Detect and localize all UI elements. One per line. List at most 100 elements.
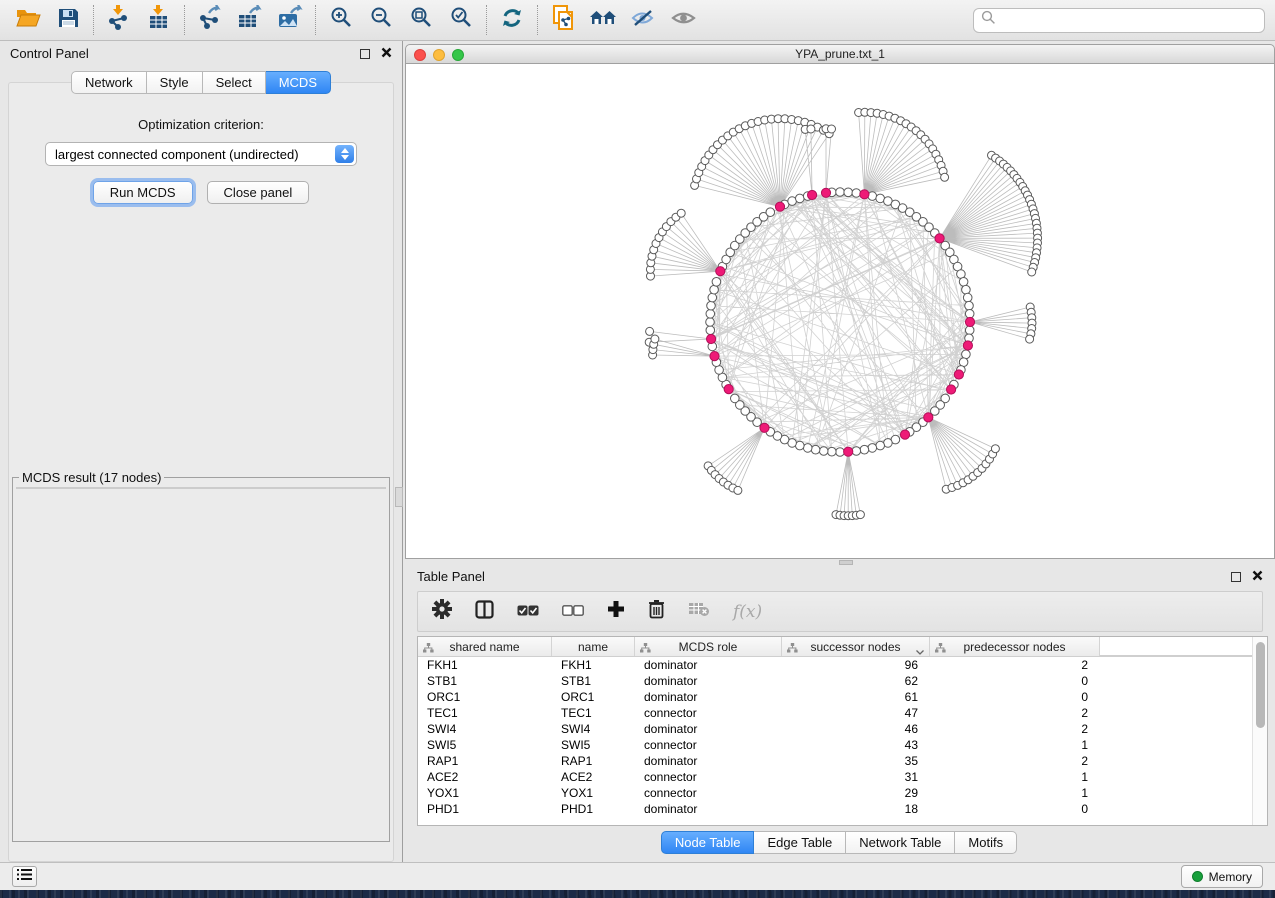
column-layout-button[interactable] xyxy=(475,600,494,624)
tab-network-table[interactable]: Network Table xyxy=(846,831,955,854)
network-node[interactable] xyxy=(844,188,853,197)
network-node[interactable] xyxy=(706,326,715,335)
delete-column-button[interactable] xyxy=(648,599,665,624)
table-row[interactable]: TEC1TEC1connector472 xyxy=(418,705,1252,721)
memory-button[interactable]: Memory xyxy=(1181,865,1263,888)
float-panel-icon[interactable] xyxy=(360,49,370,59)
search-field[interactable] xyxy=(973,8,1265,33)
mcds-hub-node[interactable] xyxy=(760,423,769,432)
tab-style[interactable]: Style xyxy=(147,71,203,94)
open-file-button[interactable] xyxy=(8,4,48,36)
table-row[interactable]: FKH1FKH1dominator962 xyxy=(418,657,1252,673)
save-session-button[interactable] xyxy=(48,4,88,36)
apply-function-button[interactable]: f(x) xyxy=(733,602,762,622)
table-splitter[interactable] xyxy=(403,559,1275,565)
tab-select[interactable]: Select xyxy=(203,71,266,94)
table-row[interactable]: SWI5SWI5connector431 xyxy=(418,737,1252,753)
criterion-select[interactable]: largest connected component (undirected) xyxy=(45,142,357,166)
network-node[interactable] xyxy=(852,189,861,198)
table-settings-button[interactable] xyxy=(432,599,452,624)
mcds-hub-node[interactable] xyxy=(935,234,944,243)
column-header-mcds-role[interactable]: MCDS role xyxy=(635,637,782,656)
splitter-grip-icon[interactable] xyxy=(839,560,853,565)
network-node[interactable] xyxy=(965,326,974,335)
zoom-out-button[interactable] xyxy=(361,4,401,36)
mcds-hub-node[interactable] xyxy=(860,190,869,199)
table-scrollbar-thumb[interactable] xyxy=(1256,642,1265,728)
table-row[interactable]: YOX1YOX1connector291 xyxy=(418,785,1252,801)
task-history-button[interactable] xyxy=(12,866,37,887)
network-node[interactable] xyxy=(677,209,685,217)
panel-splitter-grip[interactable] xyxy=(395,487,403,507)
column-header-name[interactable]: name xyxy=(552,637,635,656)
column-header-predecessor-nodes[interactable]: predecessor nodes xyxy=(930,637,1100,656)
hide-selected-button[interactable] xyxy=(623,4,663,36)
network-node[interactable] xyxy=(962,285,971,294)
mcds-hub-node[interactable] xyxy=(900,430,909,439)
network-node[interactable] xyxy=(707,301,716,310)
table-row[interactable]: SWI4SWI4dominator462 xyxy=(418,721,1252,737)
table-row[interactable]: ACE2ACE2connector311 xyxy=(418,769,1252,785)
network-node[interactable] xyxy=(959,278,968,287)
tab-network[interactable]: Network xyxy=(71,71,147,94)
network-node[interactable] xyxy=(828,447,837,456)
zoom-in-button[interactable] xyxy=(321,4,361,36)
mcds-hub-node[interactable] xyxy=(947,385,956,394)
network-node[interactable] xyxy=(646,327,654,335)
hide-all-columns-button[interactable] xyxy=(562,603,584,621)
tab-motifs[interactable]: Motifs xyxy=(955,831,1017,854)
duplicate-network-button[interactable] xyxy=(543,4,583,36)
mcds-hub-node[interactable] xyxy=(924,413,933,422)
table-scrollbar[interactable] xyxy=(1252,637,1267,825)
network-node[interactable] xyxy=(876,441,885,450)
mcds-hub-node[interactable] xyxy=(954,370,963,379)
float-table-panel-icon[interactable] xyxy=(1231,572,1241,582)
tab-mcds[interactable]: MCDS xyxy=(266,71,331,94)
zoom-fit-button[interactable] xyxy=(401,4,441,36)
show-all-button[interactable] xyxy=(663,4,703,36)
network-node[interactable] xyxy=(965,310,974,319)
mcds-hub-node[interactable] xyxy=(775,202,784,211)
network-node[interactable] xyxy=(706,318,715,327)
network-node[interactable] xyxy=(710,285,719,294)
mcds-hub-node[interactable] xyxy=(724,385,733,394)
network-node[interactable] xyxy=(860,445,869,454)
network-node[interactable] xyxy=(651,335,659,343)
network-node[interactable] xyxy=(828,125,836,133)
window-maximize-icon[interactable] xyxy=(452,49,464,61)
network-node[interactable] xyxy=(941,173,949,181)
network-node[interactable] xyxy=(965,301,974,310)
network-node[interactable] xyxy=(811,445,820,454)
tab-edge-table[interactable]: Edge Table xyxy=(754,831,846,854)
window-close-icon[interactable] xyxy=(414,49,426,61)
network-node[interactable] xyxy=(734,486,742,494)
first-neighbors-button[interactable] xyxy=(583,4,623,36)
network-window-titlebar[interactable]: YPA_prune.txt_1 xyxy=(405,44,1275,64)
table-row[interactable]: ORC1ORC1dominator610 xyxy=(418,689,1252,705)
export-table-button[interactable] xyxy=(230,4,270,36)
window-minimize-icon[interactable] xyxy=(433,49,445,61)
refresh-view-button[interactable] xyxy=(492,4,532,36)
network-node[interactable] xyxy=(852,447,861,456)
export-image-button[interactable] xyxy=(270,4,310,36)
network-node[interactable] xyxy=(1028,268,1036,276)
import-network-button[interactable] xyxy=(99,4,139,36)
network-node[interactable] xyxy=(712,278,721,287)
show-all-columns-button[interactable] xyxy=(517,603,539,621)
network-node[interactable] xyxy=(868,444,877,453)
table-row[interactable]: STB1STB1dominator620 xyxy=(418,673,1252,689)
network-node[interactable] xyxy=(706,310,715,319)
network-node[interactable] xyxy=(708,293,717,302)
mcds-hub-node[interactable] xyxy=(844,447,853,456)
table-row[interactable]: PHD1PHD1dominator180 xyxy=(418,801,1252,817)
column-header-shared-name[interactable]: shared name xyxy=(418,637,552,656)
network-node[interactable] xyxy=(807,125,815,133)
network-node[interactable] xyxy=(731,394,740,403)
close-panel-button[interactable]: Close panel xyxy=(207,181,310,204)
network-node[interactable] xyxy=(1026,335,1034,343)
mcds-hub-node[interactable] xyxy=(821,188,830,197)
network-node[interactable] xyxy=(991,445,999,453)
mcds-hub-node[interactable] xyxy=(963,341,972,350)
tab-node-table[interactable]: Node Table xyxy=(661,831,755,854)
network-node[interactable] xyxy=(856,511,864,519)
